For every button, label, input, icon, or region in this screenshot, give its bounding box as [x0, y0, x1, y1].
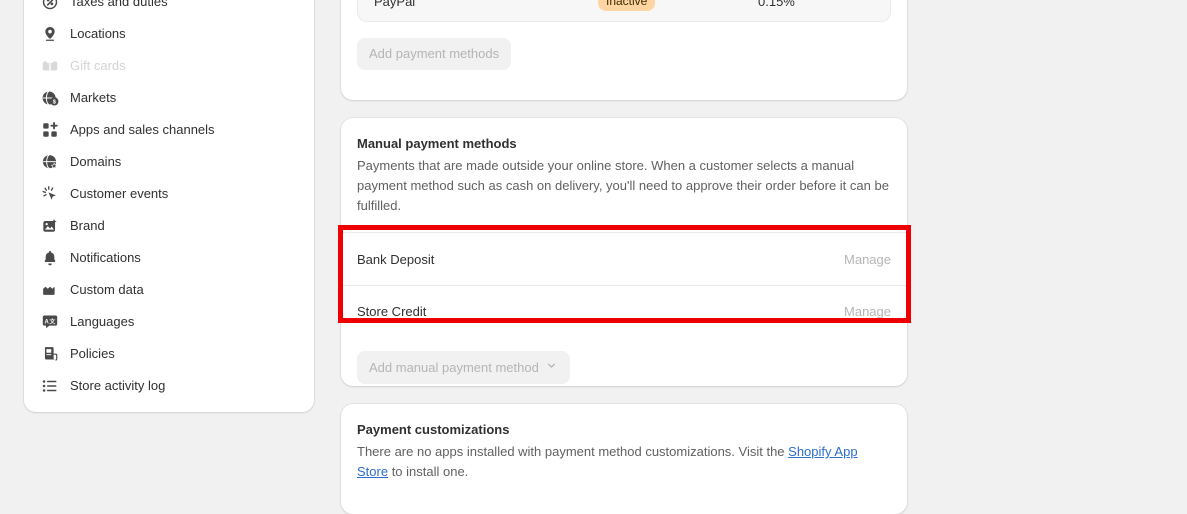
sidebar-item-label: Policies — [70, 346, 115, 361]
payment-customizations-title: Payment customizations — [357, 422, 510, 437]
provider-status-cell: Inactive — [598, 0, 758, 11]
sidebar-item-label: Taxes and duties — [70, 0, 168, 9]
payment-customizations-card: Payment customizations There are no apps… — [341, 404, 907, 514]
add-manual-payment-method-row: Add manual payment method — [341, 337, 907, 384]
apps-grid-plus-icon — [40, 120, 60, 140]
domains-globe-icon — [40, 152, 60, 172]
sidebar-item-domains[interactable]: Domains — [32, 146, 306, 178]
sidebar-item-policies[interactable]: Policies — [32, 338, 306, 370]
sidebar-item-label: Locations — [70, 26, 126, 41]
sidebar-item-label: Domains — [70, 154, 122, 169]
add-payment-methods-row: Add payment methods — [357, 38, 891, 70]
policies-icon — [40, 344, 60, 364]
manual-payment-method-name: Bank Deposit — [357, 251, 435, 267]
sidebar-item-label: Apps and sales channels — [70, 122, 215, 137]
sidebar-item-notifications[interactable]: Notifications — [32, 242, 306, 274]
chevron-down-icon — [545, 359, 558, 376]
bell-icon — [40, 248, 60, 268]
manual-payment-method-row-store-credit[interactable]: Store Credit Manage — [341, 285, 907, 337]
manual-payment-methods-list: Bank Deposit Manage Store Credit Manage — [341, 232, 907, 337]
sidebar-item-apps-and-sales-channels[interactable]: Apps and sales channels — [32, 114, 306, 146]
sidebar-item-custom-data[interactable]: Custom data — [32, 274, 306, 306]
sidebar-item-label: Brand — [70, 218, 105, 233]
customizations-text-after: to install one. — [388, 464, 469, 479]
add-manual-payment-method-label: Add manual payment method — [369, 359, 539, 375]
location-pin-icon — [40, 24, 60, 44]
custom-data-icon — [40, 280, 60, 300]
manage-link[interactable]: Manage — [844, 304, 891, 319]
manual-payment-methods-title: Manual payment methods — [357, 136, 517, 151]
add-payment-methods-label: Add payment methods — [369, 46, 500, 61]
sidebar-item-gift-cards[interactable]: Gift cards — [32, 50, 306, 82]
manual-payment-method-name: Store Credit — [357, 304, 427, 319]
gift-card-icon — [40, 56, 60, 76]
activity-log-list-icon — [40, 376, 60, 396]
add-manual-payment-method-button[interactable]: Add manual payment method — [357, 351, 570, 384]
sidebar-item-customer-events[interactable]: Customer events — [32, 178, 306, 210]
manual-payment-method-row-bank-deposit[interactable]: Bank Deposit Manage — [341, 233, 907, 285]
sidebar-item-languages[interactable]: A 文 Languages — [32, 306, 306, 338]
languages-icon: A 文 — [40, 312, 60, 332]
settings-sidebar: Taxes and duties Locations Gift cards $ … — [24, 0, 314, 412]
payment-customizations-body: There are no apps installed with payment… — [357, 442, 891, 482]
provider-list-box: PayPal Inactive 0.15% — [357, 0, 891, 22]
sidebar-item-label: Languages — [70, 314, 135, 329]
sidebar-item-label: Markets — [70, 90, 117, 105]
status-badge: Inactive — [598, 0, 656, 11]
payment-providers-card: PayPal Inactive 0.15% Add payment method… — [341, 0, 907, 100]
sidebar-item-label: Gift cards — [70, 58, 126, 73]
manage-link[interactable]: Manage — [844, 252, 891, 267]
sidebar-item-label: Customer events — [70, 186, 169, 201]
sidebar-item-markets[interactable]: $ Markets — [32, 82, 306, 114]
brand-image-icon — [40, 216, 60, 236]
provider-rate: 0.15% — [758, 0, 795, 9]
cursor-sparkle-icon — [40, 184, 60, 204]
provider-row-paypal[interactable]: PayPal Inactive 0.15% — [358, 0, 890, 21]
customizations-text-before: There are no apps installed with payment… — [357, 444, 789, 459]
manual-payment-methods-description: Payments that are made outside your onli… — [357, 158, 889, 213]
svg-text:文: 文 — [49, 317, 55, 325]
sidebar-item-label: Store activity log — [70, 378, 166, 393]
sidebar-item-locations[interactable]: Locations — [32, 18, 306, 50]
taxes-icon — [40, 0, 60, 12]
sidebar-item-label: Notifications — [70, 250, 141, 265]
manual-payment-methods-card: Manual payment methods Payments that are… — [341, 118, 907, 386]
sidebar-item-taxes-and-duties[interactable]: Taxes and duties — [32, 0, 306, 18]
sidebar-item-store-activity-log[interactable]: Store activity log — [32, 370, 306, 402]
markets-globe-icon: $ — [40, 88, 60, 108]
add-payment-methods-button[interactable]: Add payment methods — [357, 38, 512, 70]
sidebar-item-brand[interactable]: Brand — [32, 210, 306, 242]
sidebar-item-label: Custom data — [70, 282, 144, 297]
provider-name: PayPal — [374, 0, 416, 9]
